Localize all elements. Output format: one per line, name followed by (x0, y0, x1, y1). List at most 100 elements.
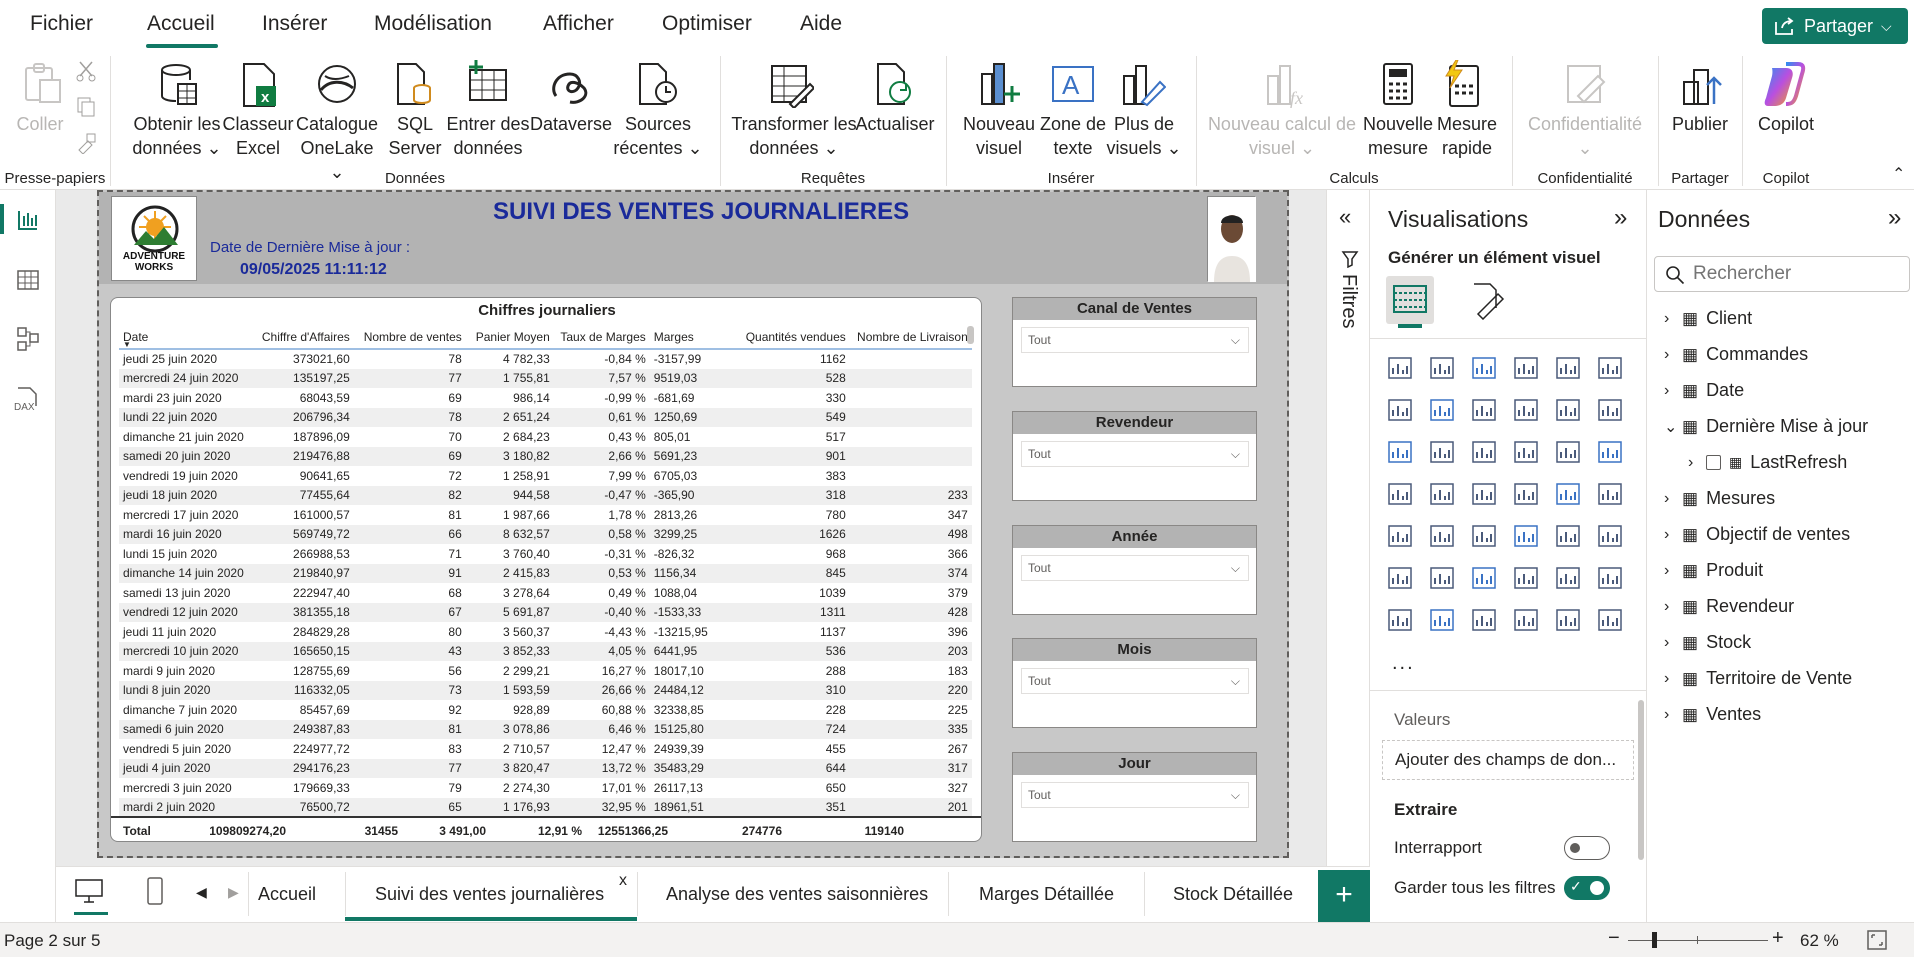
menu-modelisation[interactable]: Modélisation (374, 12, 492, 36)
dataverse-button[interactable]: Dataverse (530, 112, 612, 136)
treemap-icon[interactable] (1386, 480, 1414, 508)
card-icon[interactable] (1596, 480, 1624, 508)
format-visual-icon[interactable] (1468, 280, 1508, 320)
table-scrollbar[interactable] (967, 326, 974, 344)
chevron-right-icon[interactable]: › (1664, 670, 1674, 688)
smart-narrative-icon[interactable] (1554, 564, 1582, 592)
clustered-bar-chart-icon[interactable] (1470, 354, 1498, 382)
qa-icon[interactable] (1512, 564, 1540, 592)
kpi-icon[interactable] (1428, 522, 1456, 550)
tab-suivi-ventes-journalieres[interactable]: Suivi des ventes journalières (375, 884, 604, 905)
table-row[interactable]: jeudi 25 juin 2020 373021,60 78 4 782,33 -0,… (119, 349, 972, 369)
sensitivity-button[interactable]: Confidentialité ⌄ (1520, 112, 1650, 160)
table-row[interactable]: lundi 22 juin 2020 206796,34 78 2 651,24 0,6… (119, 407, 972, 427)
100-area-chart-icon[interactable] (1512, 396, 1540, 424)
python-visual-icon[interactable] (1386, 564, 1414, 592)
line-column-chart-icon[interactable] (1554, 396, 1582, 424)
chevron-right-icon[interactable]: › (1664, 706, 1674, 724)
table-item[interactable]: › ▦ Produit (1664, 560, 1763, 581)
scatter-chart-icon[interactable] (1512, 438, 1540, 466)
zoom-out-icon[interactable]: − (1608, 927, 1620, 950)
col-header-date[interactable]: Date ▼ (119, 323, 248, 350)
enter-data-button[interactable]: Entrer des données (444, 112, 532, 160)
menu-fichier[interactable]: Fichier (30, 12, 93, 36)
table-view-icon[interactable] (16, 268, 40, 292)
line-chart-icon[interactable] (1386, 396, 1414, 424)
table-item[interactable]: ⌄ ▦ Dernière Mise à jour (1664, 416, 1868, 437)
fit-to-page-icon[interactable] (1866, 929, 1888, 951)
col-header-margin-rate[interactable]: Taux de Marges (553, 323, 650, 350)
table-item[interactable]: › ▦ Client (1664, 308, 1752, 329)
table-row[interactable]: mardi 2 juin 2020 76500,72 65 1 176,93 32,95… (119, 797, 972, 817)
table-row[interactable]: samedi 6 juin 2020 249387,83 81 3 078,86 6,4… (119, 719, 972, 739)
dax-query-icon[interactable]: DAX (12, 386, 42, 412)
gauge-icon[interactable] (1554, 480, 1582, 508)
collapse-data-icon[interactable]: » (1888, 204, 1901, 232)
menu-afficher[interactable]: Afficher (543, 12, 614, 36)
more-visuals-ellipsis[interactable]: ... (1392, 652, 1415, 675)
slicer-reseller[interactable]: Revendeur Tout ⌵ (1012, 411, 1257, 501)
values-drop-zone[interactable]: Ajouter des champs de don... (1382, 740, 1634, 780)
table-row[interactable]: jeudi 11 juin 2020 284829,28 80 3 560,37 -4,… (119, 622, 972, 642)
tab-marges-detaillee[interactable]: Marges Détaillée (979, 884, 1114, 905)
table-row[interactable]: dimanche 7 juin 2020 85457,69 92 928,89 60,8… (119, 700, 972, 720)
slicer-year[interactable]: Année Tout ⌵ (1012, 525, 1257, 615)
collapse-viz-icon[interactable]: » (1614, 204, 1627, 232)
table-row[interactable]: mardi 16 juin 2020 569749,72 66 8 632,57 0,5… (119, 524, 972, 544)
chevron-right-icon[interactable]: › (1664, 526, 1674, 544)
table-item[interactable]: › ▦ Mesures (1664, 488, 1775, 509)
menu-aide[interactable]: Aide (800, 12, 842, 36)
chevron-right-icon[interactable]: › (1664, 382, 1674, 400)
new-measure-button[interactable]: Nouvelle mesure (1358, 112, 1438, 160)
recent-sources-button[interactable]: Sources récentes ⌄ (610, 112, 706, 160)
power-automate-icon[interactable] (1470, 606, 1498, 634)
table-row[interactable]: vendredi 5 juin 2020 224977,72 83 2 710,57 1… (119, 739, 972, 759)
sql-server-button[interactable]: SQL Server (382, 112, 448, 160)
col-header-sales-count[interactable]: Nombre de ventes (353, 323, 466, 350)
new-visual-button[interactable]: Nouveau visuel (960, 112, 1038, 160)
col-header-deliveries[interactable]: Nombre de Livraison (849, 323, 972, 350)
multi-row-card-icon[interactable] (1386, 522, 1414, 550)
col-header-revenue[interactable]: Chiffre d'Affaires (247, 323, 354, 350)
100-bar-chart-icon[interactable] (1554, 354, 1582, 382)
refresh-button[interactable]: Actualiser (852, 112, 938, 136)
desktop-layout-icon[interactable] (74, 878, 104, 904)
cross-report-toggle[interactable] (1564, 836, 1610, 860)
matrix-icon[interactable] (1554, 522, 1582, 550)
table-row[interactable]: mercredi 17 juin 2020 161000,57 81 1 987,66… (119, 505, 972, 525)
table-row[interactable]: mercredi 24 juin 2020 135197,25 77 1 755,81… (119, 368, 972, 388)
table-row[interactable]: jeudi 4 juin 2020 294176,23 77 3 820,47 13,7… (119, 758, 972, 778)
slicer-dropdown[interactable]: Tout ⌵ (1021, 782, 1249, 808)
clustered-column-chart-icon[interactable] (1512, 354, 1540, 382)
excel-workbook-button[interactable]: Classeur Excel (222, 112, 294, 160)
more-visuals-button[interactable]: Plus de visuels ⌄ (1106, 112, 1182, 160)
diamond-visual-icon[interactable] (1554, 606, 1582, 634)
pane-scrollbar[interactable] (1638, 700, 1644, 860)
mobile-layout-icon[interactable] (146, 876, 164, 906)
slicer-month[interactable]: Mois Tout ⌵ (1012, 638, 1257, 728)
power-apps-icon[interactable] (1428, 606, 1456, 634)
chevron-right-icon[interactable]: › (1664, 310, 1674, 328)
pie-chart-icon[interactable] (1554, 438, 1582, 466)
zoom-slider-thumb[interactable] (1652, 932, 1657, 948)
stacked-bar-chart-icon[interactable] (1386, 354, 1414, 382)
chevron-right-icon[interactable]: › (1664, 346, 1674, 364)
table-item[interactable]: › ▦ Ventes (1664, 704, 1761, 725)
menu-inserer[interactable]: Insérer (262, 12, 327, 36)
key-influencers-icon[interactable] (1428, 564, 1456, 592)
table-item[interactable]: › ▦ Revendeur (1664, 596, 1794, 617)
table-row[interactable]: samedi 20 juin 2020 219476,88 69 3 180,82 2,… (119, 446, 972, 466)
publish-button[interactable]: Publier (1664, 112, 1736, 136)
slicer-dropdown[interactable]: Tout ⌵ (1021, 327, 1249, 353)
checkbox[interactable] (1706, 455, 1721, 470)
line-clustered-column-icon[interactable] (1596, 396, 1624, 424)
filled-map-icon[interactable] (1470, 480, 1498, 508)
table-icon[interactable] (1512, 522, 1540, 550)
model-view-icon[interactable] (16, 326, 40, 352)
paginated-report-icon[interactable] (1386, 606, 1414, 634)
table-row[interactable]: mardi 23 juin 2020 68043,59 69 986,14 -0,99 … (119, 388, 972, 408)
get-data-button[interactable]: Obtenir les données ⌄ (131, 112, 223, 160)
more-visual-icon[interactable] (1596, 606, 1624, 634)
transform-data-button[interactable]: Transformer les données ⌄ (728, 112, 860, 160)
collapse-ribbon-icon[interactable]: ⌃ (1892, 164, 1905, 184)
